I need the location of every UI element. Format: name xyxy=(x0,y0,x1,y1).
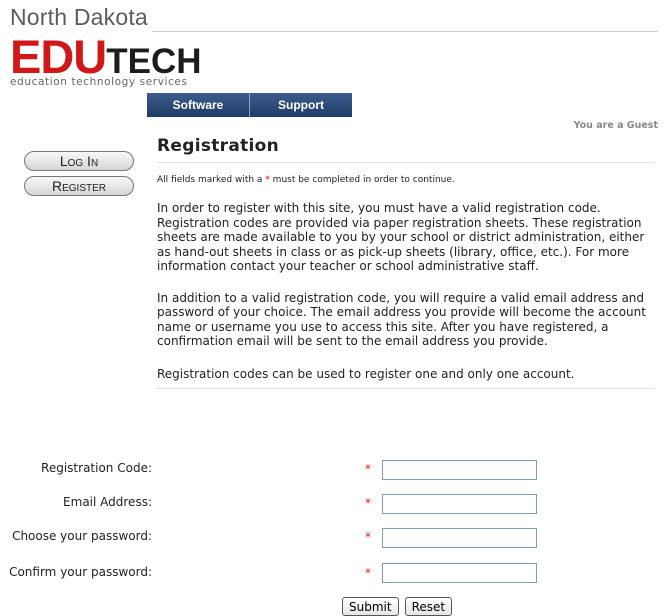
confirm-password-label: Confirm your password: xyxy=(9,565,152,579)
registration-code-input[interactable] xyxy=(382,460,537,480)
required-marker: * xyxy=(365,566,371,580)
required-marker: * xyxy=(365,462,371,476)
login-button[interactable]: Log In xyxy=(24,151,134,171)
choose-password-label: Choose your password: xyxy=(12,529,152,543)
title-divider xyxy=(157,162,655,163)
logo-subtitle: education technology services xyxy=(10,76,188,88)
form-actions: Submit Reset xyxy=(342,597,453,616)
register-button[interactable]: Register xyxy=(24,176,134,196)
reset-button[interactable]: Reset xyxy=(404,597,453,616)
registration-code-label: Registration Code: xyxy=(41,461,152,475)
intro-paragraph: In order to register with this site, you… xyxy=(157,201,645,273)
state-name: North Dakota xyxy=(10,4,148,30)
submit-button[interactable]: Submit xyxy=(342,597,399,616)
header-divider xyxy=(152,31,658,32)
form-divider xyxy=(157,388,655,389)
required-fields-note: All fields marked with a * must be compl… xyxy=(157,175,455,185)
required-marker: * xyxy=(365,530,371,544)
choose-password-input[interactable] xyxy=(382,528,537,548)
required-marker: * xyxy=(365,496,371,510)
edutech-logo[interactable]: EDUTECH xyxy=(10,33,202,80)
confirm-password-input[interactable] xyxy=(382,563,537,583)
nav-software[interactable]: Software xyxy=(147,93,250,117)
email-address-label: Email Address: xyxy=(63,495,152,509)
user-status: You are a Guest xyxy=(573,120,658,131)
nav-support[interactable]: Support xyxy=(250,93,352,117)
main-nav: Software Support xyxy=(147,93,352,117)
code-usage-paragraph: Registration codes can be used to regist… xyxy=(157,366,575,381)
page-title: Registration xyxy=(157,136,280,156)
main-content: Registration All fields marked with a * … xyxy=(157,136,655,389)
requirements-paragraph: In addition to a valid registration code… xyxy=(157,290,646,349)
email-address-input[interactable] xyxy=(382,494,537,514)
